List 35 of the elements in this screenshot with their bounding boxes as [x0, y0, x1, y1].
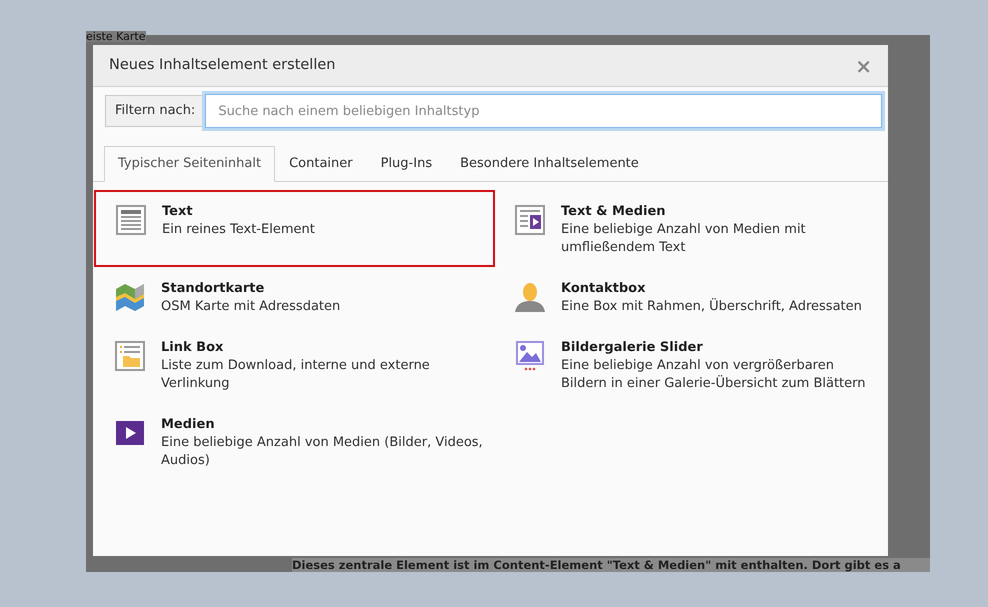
- page-text: Dieses zentrale Element ist im Content-Element "Text & Medien" mit enthalten. Dort gibt es a: [292, 558, 930, 572]
- item-description: OSM Karte mit Adressdaten: [161, 298, 340, 316]
- item-title: Bildergalerie Slider: [561, 338, 704, 356]
- item-description: Eine Box mit Rahmen, Überschrift, Adressaten: [561, 298, 862, 316]
- item-title: Text & Medien: [561, 202, 667, 220]
- item-description: Eine beliebige Anzahl von vergrößerbaren Bildern in einer Galerie-Übersicht zum Blättern: [561, 356, 866, 392]
- tab[interactable]: Typischer Seiteninhalt: [104, 146, 276, 182]
- document-video-icon: [515, 204, 545, 234]
- document-icon: [116, 204, 146, 234]
- tab[interactable]: Plug-Ins: [366, 146, 446, 182]
- content-element-item[interactable]: Kontaktbox Eine Box mit Rahmen, Überschrift, Adressaten: [493, 266, 888, 326]
- person-icon: [515, 282, 545, 312]
- image-icon: [515, 340, 545, 370]
- content-element-item[interactable]: Text Ein reines Text-Element: [94, 190, 495, 266]
- dialog-title: Neues Inhaltselement erstellen: [109, 56, 336, 75]
- tab[interactable]: Container: [275, 146, 367, 182]
- content-element-item[interactable]: Standortkarte OSM Karte mit Adressdaten: [93, 266, 493, 326]
- item-title: Standortkarte: [161, 280, 266, 298]
- item-title: Text: [162, 202, 194, 220]
- item-description: Eine beliebige Anzahl von Medien mit umfließendem Text: [561, 220, 807, 256]
- item-description: Eine beliebige Anzahl von Medien (Bilder, Videos, Audios): [161, 434, 484, 470]
- item-description: Ein reines Text-Element: [162, 220, 315, 238]
- content-element-item[interactable]: Link Box Liste zum Download, interne und externe Verlinkung: [93, 326, 493, 402]
- folder-list-icon: [115, 340, 145, 370]
- content-element-item[interactable]: Bildergalerie Slider Eine beliebige Anzahl von vergrößerbaren Bildern in einer Galerie-Übersicht zum Blättern: [493, 326, 888, 402]
- item-description: Liste zum Download, interne und externe Verlinkung: [161, 356, 431, 392]
- content-element-item[interactable]: Text & Medien Eine beliebige Anzahl von Medien mit umfließendem Text: [493, 190, 888, 266]
- item-title: Medien: [161, 416, 216, 434]
- content-element-item[interactable]: Medien Eine beliebige Anzahl von Medien (Bilder, Videos, Audios): [93, 402, 493, 480]
- page-text: eiste Karte: [86, 31, 146, 42]
- item-title: Link Box: [161, 338, 224, 356]
- item-title: Kontaktbox: [561, 280, 646, 298]
- tab[interactable]: Besondere Inhaltselemente: [446, 146, 653, 182]
- search-field[interactable]: Suche nach einem beliebigen Inhaltstyp: [205, 94, 882, 128]
- map-icon: [115, 282, 145, 312]
